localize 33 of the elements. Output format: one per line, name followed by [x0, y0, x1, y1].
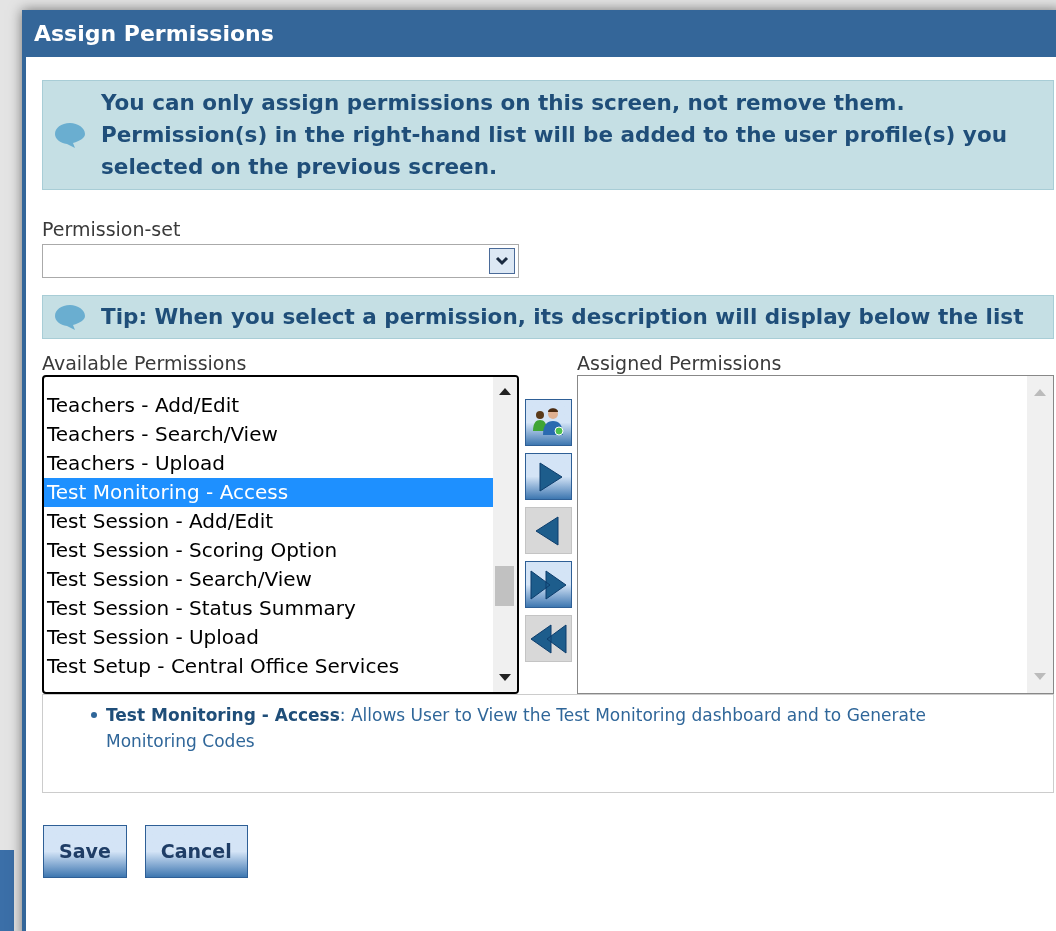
field-label: Permission-set — [42, 217, 182, 242]
scroll-up-icon — [499, 387, 511, 395]
tip-text: Tip: When you select a permission, its description will display below the list — [101, 303, 1025, 331]
action-button[interactable]: Cancel — [144, 825, 248, 878]
notice-text: You can only assign permissions on this screen, not remove them. Permission(s) in the right-hand list will be added to the user profile(s) you selected on the previous screen. — [101, 89, 1008, 181]
move-button[interactable] — [524, 453, 572, 500]
list-item[interactable]: Teachers - Upload — [44, 449, 493, 478]
speech-bubble-icon — [53, 303, 87, 331]
list-item[interactable]: Test Session - Upload — [44, 623, 493, 652]
window-title: Assign Permissions — [34, 20, 274, 48]
scroll-down-icon — [1034, 673, 1046, 681]
list-item[interactable]: Test Session - Search/View — [44, 565, 493, 594]
list-label: Assigned Permissions — [577, 351, 783, 375]
list-item[interactable]: Test Session - Scoring Option — [44, 536, 493, 565]
move-button[interactable] — [524, 561, 572, 608]
description-text: Test Monitoring - Access: Allows User to View the Test Monitoring dashboard and to Generate Monitoring Codes — [106, 704, 928, 753]
list-label: Available Permissions — [42, 351, 248, 375]
speech-bubble-icon — [53, 121, 87, 149]
list-item[interactable]: Teachers - Add/Edit — [44, 391, 493, 420]
list-item[interactable]: Test Setup - Central Office Services — [44, 652, 493, 681]
list-item[interactable]: Teachers - Search/View — [44, 420, 493, 449]
dropdown-caret-icon — [489, 248, 515, 274]
scrollbar[interactable] — [1027, 376, 1053, 693]
scrollbar[interactable] — [493, 377, 517, 692]
bullet-icon — [91, 712, 97, 718]
move-button[interactable] — [524, 399, 572, 446]
action-button[interactable]: Save — [43, 825, 127, 878]
list-item[interactable]: Test Session - Add/Edit — [44, 507, 493, 536]
scroll-up-icon — [1034, 388, 1046, 396]
list-item[interactable]: Test Session - Status Summary — [44, 594, 493, 623]
available-list[interactable] — [42, 375, 519, 694]
scroll-down-icon — [499, 674, 511, 682]
scroll-thumb[interactable] — [495, 566, 514, 606]
